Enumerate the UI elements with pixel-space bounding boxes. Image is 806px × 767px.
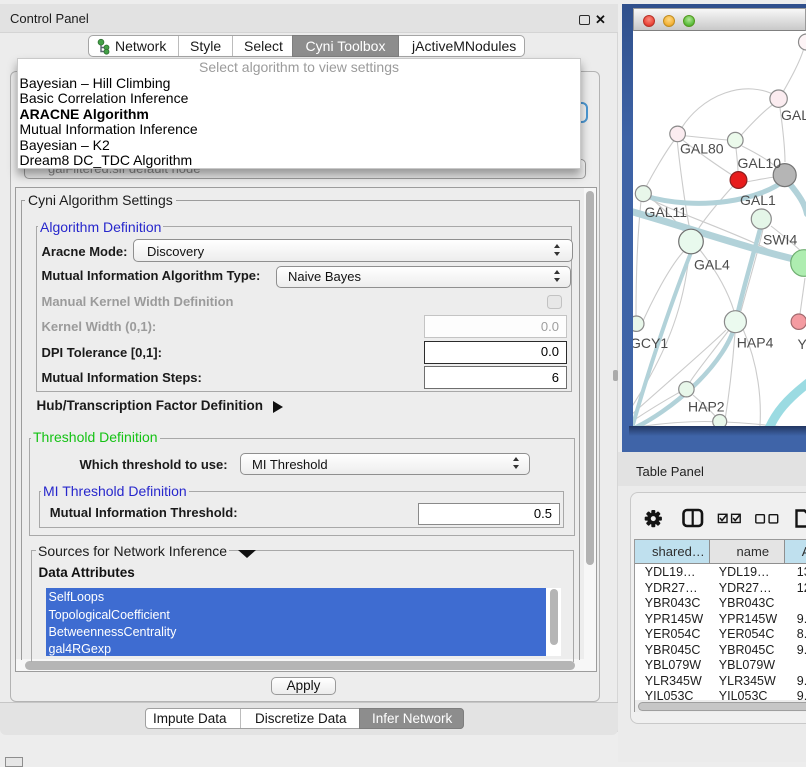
svg-text:HAP4: HAP4 — [737, 335, 774, 351]
svg-text:HAP2: HAP2 — [688, 399, 725, 415]
svg-text:YJ: YJ — [798, 336, 806, 352]
svg-text:SWI4: SWI4 — [763, 232, 797, 248]
svg-text:GAL10: GAL10 — [738, 155, 782, 171]
svg-text:GAL2: GAL2 — [781, 107, 806, 123]
svg-text:GAL1: GAL1 — [740, 192, 776, 208]
svg-text:GCY1: GCY1 — [633, 335, 668, 351]
svg-text:GAL11: GAL11 — [645, 204, 688, 220]
svg-text:GAL80: GAL80 — [680, 141, 724, 157]
svg-text:GAL4: GAL4 — [694, 257, 730, 273]
